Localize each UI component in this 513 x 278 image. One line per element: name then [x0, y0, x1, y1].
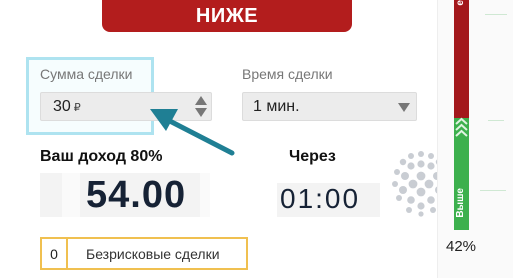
income-cell-divider: [62, 173, 80, 217]
lower-button-label: НИЖЕ: [195, 4, 259, 27]
timer-value: 01:00: [280, 183, 361, 214]
time-value: 1 мин.: [253, 98, 300, 115]
timer-label: Через: [289, 148, 336, 165]
amount-value-wrap: 30 ₽: [53, 98, 81, 116]
chart-gridline: [485, 14, 507, 15]
lower-button[interactable]: НИЖЕ: [102, 0, 352, 32]
riskfree-label: Безрисковые сделки: [86, 246, 220, 262]
chart-gridline: [480, 190, 506, 191]
sentiment-higher-text: Выше: [455, 188, 466, 218]
amount-value: 30: [53, 98, 71, 115]
sentiment-bar-lower: [454, 0, 469, 118]
income-cell-divider: [200, 173, 210, 217]
timer-display: 01:00: [277, 183, 380, 217]
riskfree-count: 0: [42, 239, 68, 268]
income-display: 54.00: [40, 173, 210, 217]
sentiment-percent: 42%: [446, 238, 477, 255]
time-label: Время сделки: [242, 66, 333, 82]
riskfree-deals-button[interactable]: 0 Безрисковые сделки: [40, 237, 248, 270]
chevron-up-icon: [455, 117, 468, 137]
sentiment-panel: [437, 0, 513, 278]
time-select[interactable]: 1 мин.: [242, 92, 417, 121]
income-label: Ваш доход 80%: [40, 148, 163, 165]
sentiment-lower-text: е: [455, 0, 466, 6]
currency-symbol: ₽: [73, 102, 81, 114]
income-value: 54.00: [86, 174, 187, 216]
chevron-down-icon: [398, 103, 410, 112]
chart-gridline: [488, 120, 504, 121]
amount-label: Сумма сделки: [40, 66, 133, 82]
